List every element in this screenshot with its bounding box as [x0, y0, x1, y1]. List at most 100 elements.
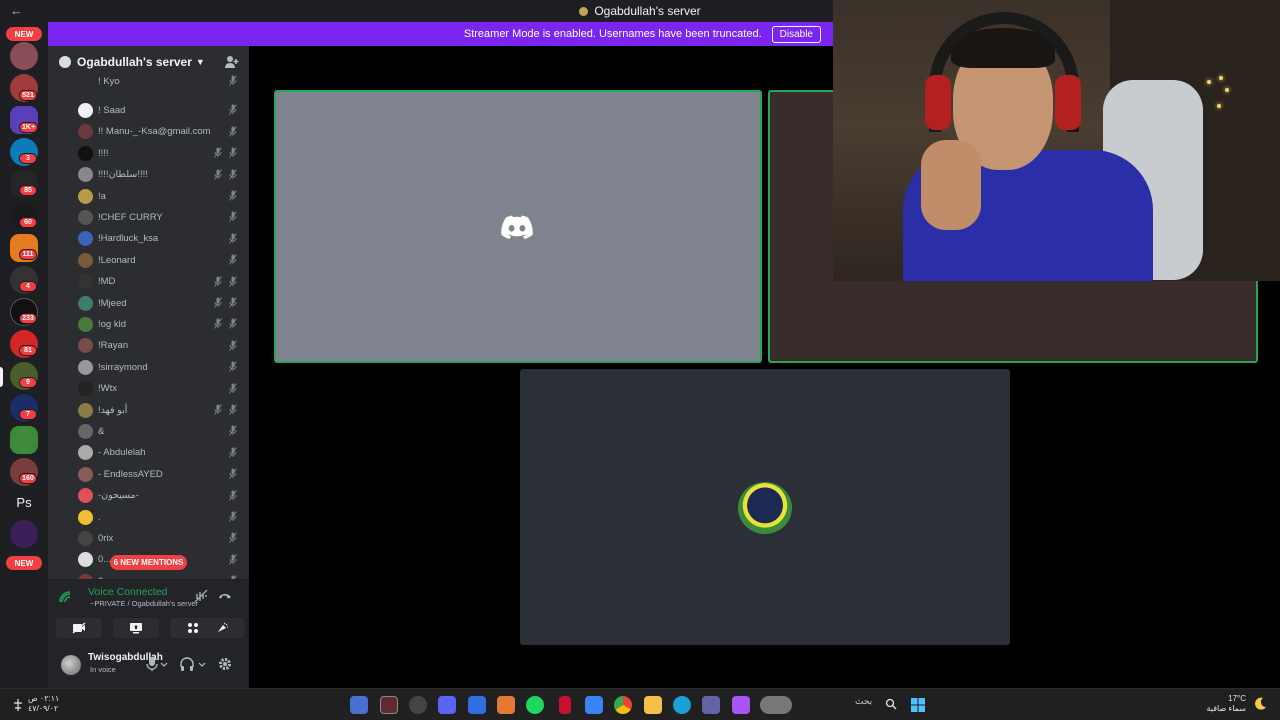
new-badge-bottom[interactable]: NEW: [6, 556, 42, 570]
copilot-icon[interactable]: [732, 696, 750, 714]
unread-badge: 81: [19, 345, 37, 356]
new-badge-top[interactable]: NEW: [6, 27, 42, 41]
muted-mic-icon: [229, 511, 237, 522]
screen-share-button[interactable]: [113, 618, 159, 638]
avatar: [78, 274, 93, 290]
member-row[interactable]: -مسيحون-: [48, 487, 249, 505]
teams-icon[interactable]: [702, 696, 720, 714]
weather-widget[interactable]: 17°C سماء صافية: [1206, 694, 1246, 714]
member-name: !Leonard: [98, 254, 136, 266]
store-icon[interactable]: [585, 696, 603, 714]
avatar: [78, 188, 93, 204]
member-row[interactable]: !a: [48, 187, 249, 205]
add-member-icon[interactable]: [225, 55, 239, 69]
netflix-icon[interactable]: [559, 696, 571, 714]
weather-temp: 17°C: [1228, 694, 1246, 703]
member-row[interactable]: !Hardluck_ksa: [48, 230, 249, 248]
gear-icon[interactable]: [218, 656, 232, 672]
edge-icon[interactable]: [673, 696, 691, 714]
search-icon[interactable]: [885, 698, 897, 710]
unread-badge: 7: [19, 409, 37, 420]
windows-start-icon[interactable]: [910, 697, 926, 713]
unread-badge: 3: [19, 153, 37, 164]
voice-channel-label[interactable]: ~PRIVATE / Ogabdullah's server: [90, 599, 198, 608]
member-row[interactable]: 0rix: [48, 529, 249, 547]
server-name: Ogabdullah's server: [77, 55, 192, 69]
member-row[interactable]: !MD: [48, 273, 249, 291]
member-row[interactable]: !! Manu-_-Ksa@gmail.com: [48, 123, 249, 141]
muted-mic-icon: [229, 382, 237, 394]
member-row[interactable]: !Rayan: [48, 337, 249, 355]
chevron-down-icon[interactable]: [160, 656, 168, 672]
soundboard-button[interactable]: [199, 618, 245, 638]
user-status: In voice: [90, 665, 116, 674]
server-icon[interactable]: [10, 426, 38, 454]
member-row[interactable]: !sirraymond: [48, 358, 249, 376]
taskbar-clock[interactable]: ٠٢:١١ ص ٤٧/٠٩/٠٢: [28, 694, 59, 714]
member-row[interactable]: !Mjeed: [48, 294, 249, 312]
member-row[interactable]: !!!!سلطان!!!!: [48, 166, 249, 184]
member-name: !CHEF CURRY: [98, 211, 163, 223]
chrome-icon[interactable]: [614, 696, 632, 714]
member-row[interactable]: !og kld: [48, 315, 249, 333]
discord-window: ← Ogabdullah's server NEW 521 1K+ 3 85 6…: [0, 0, 1280, 720]
member-name: !Rayan: [98, 340, 129, 352]
taskbar-app-icon[interactable]: [350, 696, 368, 714]
member-row[interactable]: ! Kyo: [48, 72, 249, 90]
taskbar-app-icon[interactable]: [409, 696, 427, 714]
muted-mic-icon: [229, 233, 237, 244]
member-row[interactable]: !Leonard: [48, 251, 249, 269]
muted-mic-icon: [229, 168, 237, 180]
member-row[interactable]: .: [48, 508, 249, 526]
avatar: [78, 209, 93, 225]
deafened-icon: [214, 147, 222, 158]
member-name: !!!!: [98, 147, 109, 159]
member-row[interactable]: ! Saad: [48, 101, 249, 119]
participant-avatar[interactable]: [738, 482, 792, 534]
headphones-icon[interactable]: [180, 656, 194, 672]
member-row[interactable]: !Wtx: [48, 380, 249, 398]
avatar[interactable]: [61, 655, 81, 675]
microphone-icon[interactable]: [145, 656, 159, 672]
avatar: [78, 509, 93, 525]
discord-taskbar-icon[interactable]: [438, 696, 456, 714]
network-icon[interactable]: [12, 698, 24, 712]
streamer-mode-banner: Streamer Mode is enabled. Usernames have…: [48, 22, 833, 46]
noise-suppression-icon[interactable]: [194, 589, 208, 603]
taskbar-app-icon[interactable]: [380, 696, 398, 714]
member-row[interactable]: - Abdulelah: [48, 444, 249, 462]
member-name: !!!!سلطان!!!!: [98, 169, 148, 181]
avatar: [78, 423, 93, 439]
member-row[interactable]: &: [48, 422, 249, 440]
chevron-down-icon[interactable]: [198, 656, 206, 672]
member-name: !og kld: [98, 318, 126, 330]
taskbar-app-icon[interactable]: [760, 696, 792, 714]
muted-mic-icon: [229, 447, 237, 458]
muted-mic-icon: [229, 318, 237, 330]
back-arrow-icon[interactable]: ←: [10, 3, 23, 18]
unread-badge: 85: [19, 185, 37, 196]
server-icon[interactable]: [10, 520, 38, 548]
disable-streamer-mode-button[interactable]: Disable: [771, 25, 821, 43]
member-row[interactable]: !أبو فهد: [48, 401, 249, 419]
unread-badge: 9: [19, 377, 37, 388]
photoshop-server-icon[interactable]: Ps: [10, 488, 38, 516]
member-row[interactable]: !CHEF CURRY: [48, 208, 249, 226]
spotify-icon[interactable]: [526, 696, 544, 714]
member-name: -مسيحون-: [98, 490, 139, 502]
new-mentions-pill[interactable]: 6 NEW MENTIONS: [110, 555, 187, 570]
member-name: !أبو فهد: [98, 404, 128, 416]
server-settings-icon: [59, 56, 71, 68]
taskbar-app-icon[interactable]: [468, 696, 486, 714]
file-explorer-icon[interactable]: [644, 696, 662, 714]
member-row[interactable]: - EndlessAYED: [48, 465, 249, 483]
chevron-down-icon: ▼: [195, 57, 205, 67]
avatar: [78, 488, 93, 504]
disconnect-icon[interactable]: [218, 589, 232, 603]
member-row[interactable]: !!!!: [48, 144, 249, 162]
search-label[interactable]: بحث: [855, 696, 872, 707]
camera-off-button[interactable]: [56, 618, 102, 638]
signal-icon[interactable]: [58, 590, 72, 604]
server-icon[interactable]: [10, 42, 38, 70]
taskbar-app-icon[interactable]: [497, 696, 515, 714]
